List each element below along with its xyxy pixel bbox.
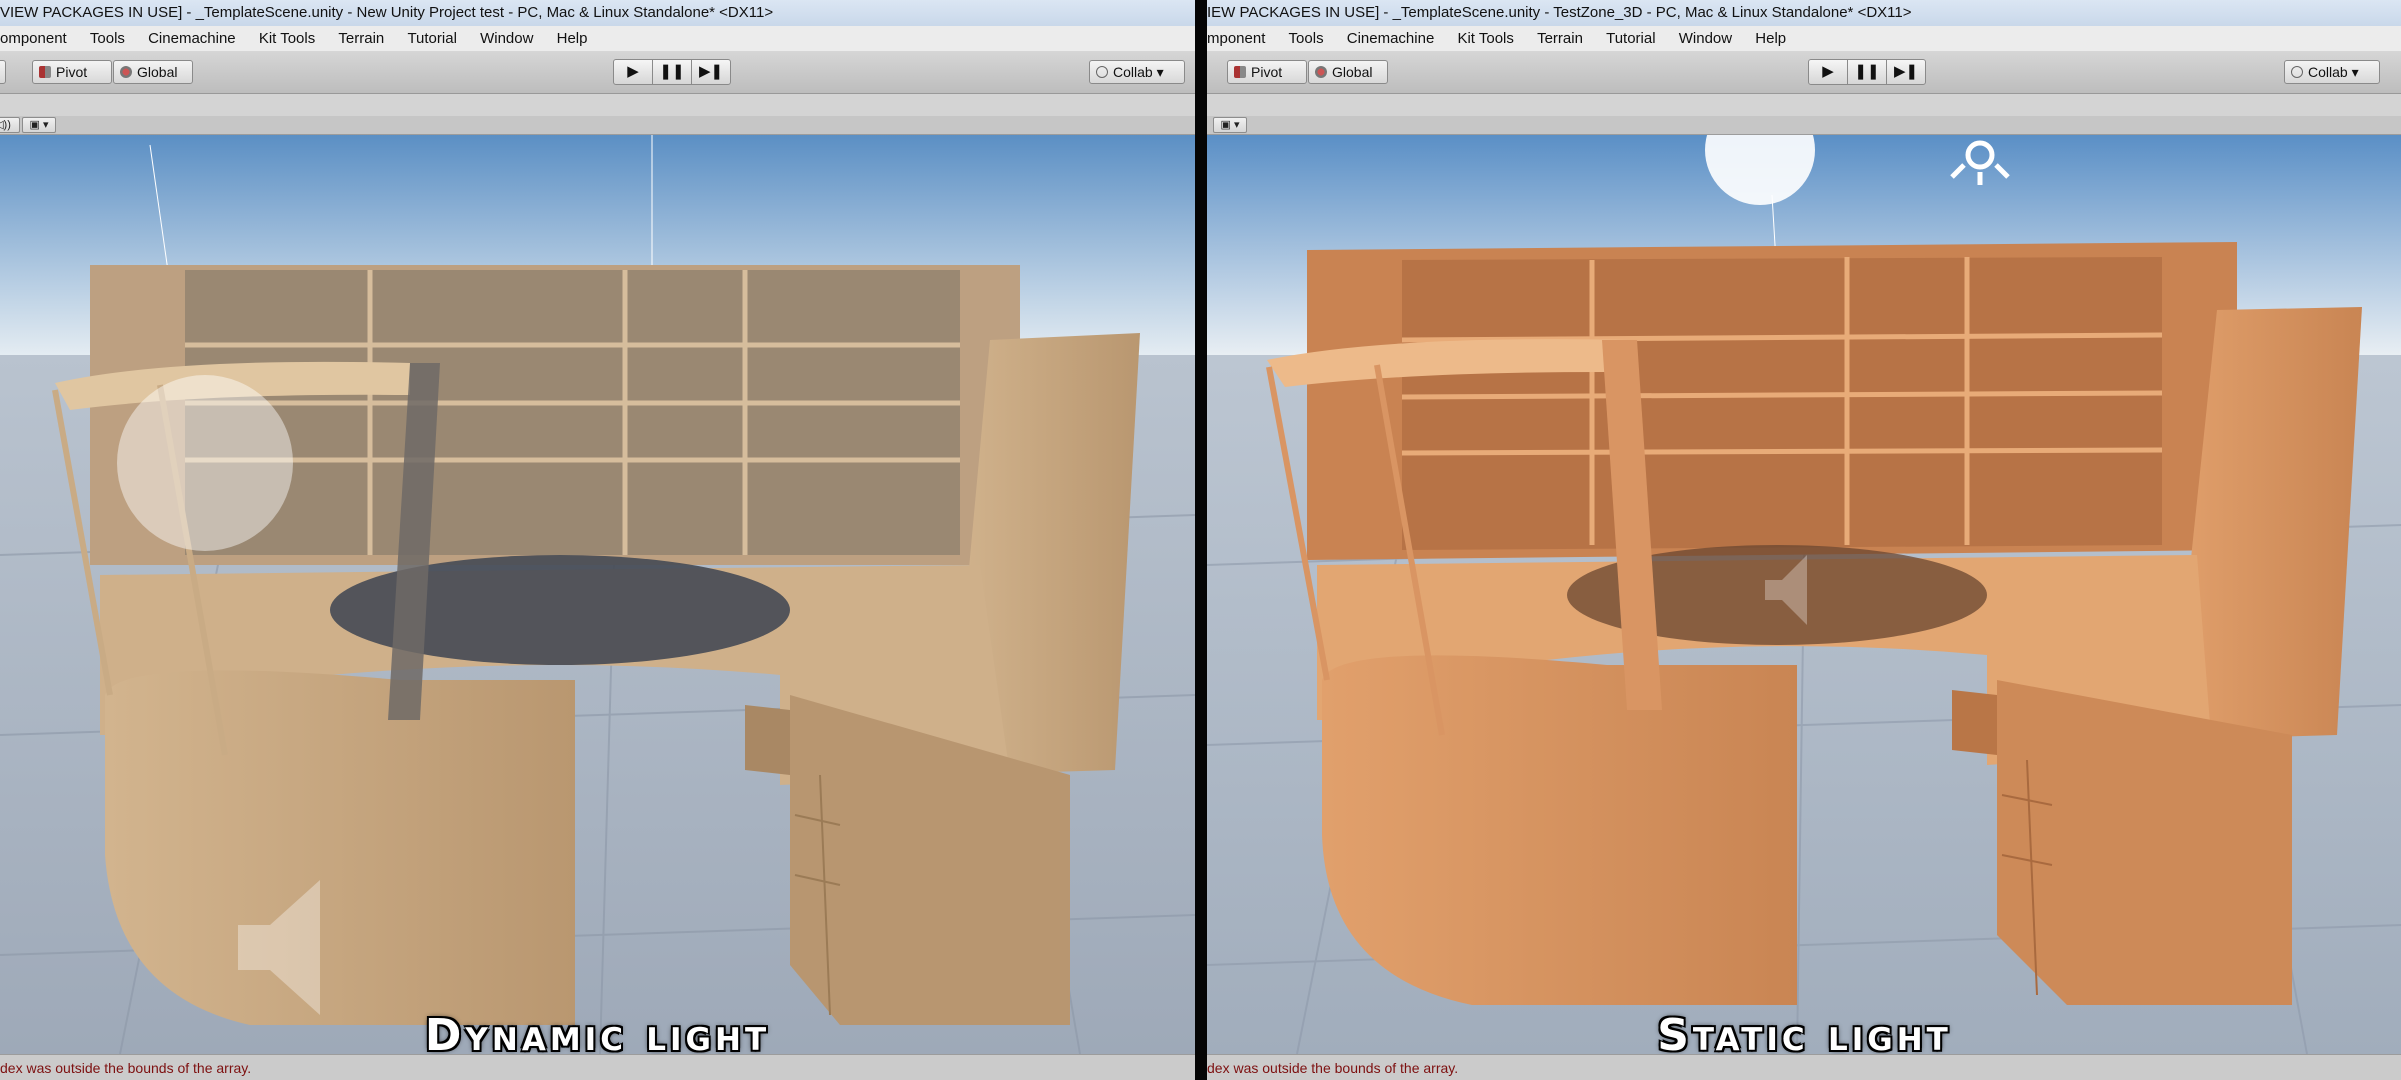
audio-toggle-button[interactable]: ◁)) <box>0 117 20 133</box>
menu-kit-tools[interactable]: Kit Tools <box>1457 26 1513 51</box>
effects-dropdown[interactable]: ▣ ▾ <box>22 117 56 133</box>
window-title: IEW PACKAGES IN USE] - _TemplateScene.un… <box>1207 0 2401 26</box>
globe-icon <box>120 66 132 78</box>
effects-dropdown[interactable]: ▣ ▾ <box>1213 117 1247 133</box>
scene-tab-bar <box>1207 94 2401 117</box>
menu-tools[interactable]: Tools <box>1289 26 1324 51</box>
collab-dropdown[interactable]: Collab ▾ <box>2284 60 2380 84</box>
console-status[interactable]: dex was outside the bounds of the array. <box>0 1054 1195 1080</box>
scene-render-dynamic <box>0 135 1195 1054</box>
menu-bar: omponent Tools Cinemachine Kit Tools Ter… <box>0 26 1195 51</box>
menu-terrain[interactable]: Terrain <box>1537 26 1583 51</box>
pivot-label: Pivot <box>56 64 88 80</box>
window-title: VIEW PACKAGES IN USE] - _TemplateScene.u… <box>0 0 1195 26</box>
menu-terrain[interactable]: Terrain <box>338 26 384 51</box>
scene-view-toolbar: ◁)) ▣ ▾ <box>0 116 1195 135</box>
pivot-toggle[interactable]: Pivot <box>1227 60 1307 84</box>
globe-icon <box>1315 66 1327 78</box>
right-editor-window: IEW PACKAGES IN USE] - _TemplateScene.un… <box>1207 0 2401 1080</box>
menu-tools[interactable]: Tools <box>90 26 125 51</box>
global-toggle[interactable]: Global <box>113 60 193 84</box>
menu-help[interactable]: Help <box>1755 26 1786 51</box>
pivot-icon <box>1234 66 1246 78</box>
menu-window[interactable]: Window <box>480 26 533 51</box>
pause-button[interactable]: ❚❚ <box>1847 59 1887 85</box>
pivot-toggle[interactable]: Pivot <box>32 60 112 84</box>
check-circle-icon <box>2291 66 2303 78</box>
menu-cinemachine[interactable]: Cinemachine <box>148 26 236 51</box>
left-editor-window: VIEW PACKAGES IN USE] - _TemplateScene.u… <box>0 0 1195 1080</box>
menu-cinemachine[interactable]: Cinemachine <box>1347 26 1435 51</box>
scene-viewport[interactable] <box>1207 135 2401 1054</box>
menu-bar: mponent Tools Cinemachine Kit Tools Terr… <box>1207 26 2401 51</box>
scene-tab-bar <box>0 94 1195 117</box>
global-label: Global <box>137 64 178 80</box>
play-button[interactable]: ▶ <box>613 59 653 85</box>
menu-tutorial[interactable]: Tutorial <box>407 26 456 51</box>
step-button[interactable]: ▶❚ <box>1886 59 1926 85</box>
scene-view-toolbar: ▣ ▾ <box>1207 116 2401 135</box>
scene-render-static <box>1207 135 2401 1054</box>
menu-component[interactable]: omponent <box>0 26 67 51</box>
console-status[interactable]: dex was outside the bounds of the array. <box>1207 1054 2401 1080</box>
play-button[interactable]: ▶ <box>1808 59 1848 85</box>
step-button[interactable]: ▶❚ <box>691 59 731 85</box>
collab-label: Collab ▾ <box>1113 64 1164 80</box>
collab-label: Collab ▾ <box>2308 64 2359 80</box>
global-toggle[interactable]: Global <box>1308 60 1388 84</box>
check-circle-icon <box>1096 66 1108 78</box>
collab-dropdown[interactable]: Collab ▾ <box>1089 60 1185 84</box>
global-label: Global <box>1332 64 1373 80</box>
split-divider <box>1195 0 1207 1080</box>
pivot-label: Pivot <box>1251 64 1283 80</box>
pivot-icon <box>39 66 51 78</box>
main-toolbar: Pivot Global ▶ ❚❚ ▶❚ Collab ▾ <box>1207 51 2401 94</box>
menu-help[interactable]: Help <box>557 26 588 51</box>
menu-kit-tools[interactable]: Kit Tools <box>259 26 315 51</box>
main-toolbar: Pivot Global ▶ ❚❚ ▶❚ Collab ▾ <box>0 51 1195 94</box>
menu-tutorial[interactable]: Tutorial <box>1606 26 1655 51</box>
pause-button[interactable]: ❚❚ <box>652 59 692 85</box>
scene-viewport[interactable] <box>0 135 1195 1054</box>
transform-tool-button[interactable] <box>0 60 6 84</box>
menu-component[interactable]: mponent <box>1207 26 1265 51</box>
menu-window[interactable]: Window <box>1679 26 1732 51</box>
